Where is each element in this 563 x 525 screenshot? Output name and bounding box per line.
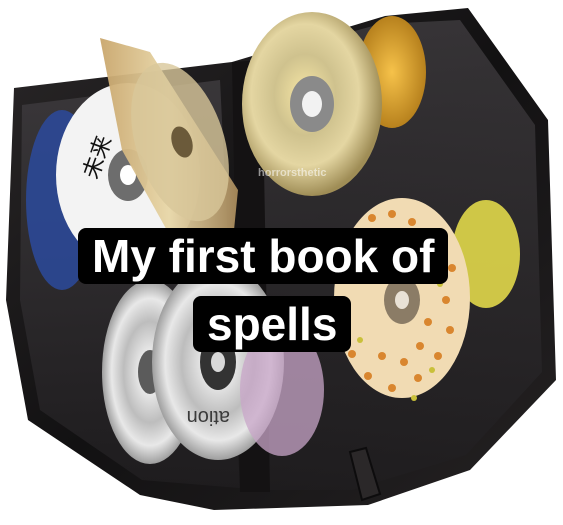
meme-caption-line-2: spells: [193, 296, 352, 352]
meme-caption-line-1: My first book of: [78, 228, 449, 284]
watermark-text: horrorsthetic: [258, 167, 327, 179]
disc-rotated-label: ation: [187, 406, 230, 428]
